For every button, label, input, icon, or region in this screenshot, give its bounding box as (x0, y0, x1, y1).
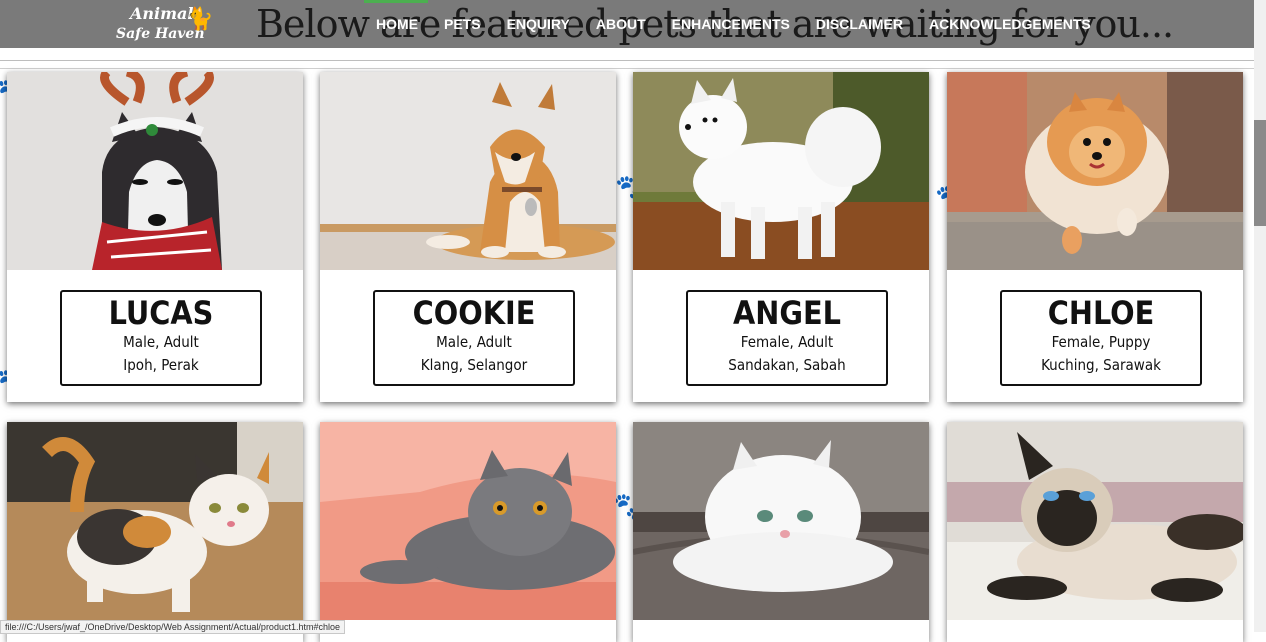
nav-pets[interactable]: PETS (444, 0, 481, 48)
divider (0, 68, 1254, 69)
pet-details: Female, Puppy (1051, 333, 1151, 351)
pet-name: COOKIE (412, 294, 536, 332)
nav-enquiry[interactable]: ENQUIRY (507, 0, 570, 48)
pet-card-cat-2[interactable] (320, 422, 616, 642)
pet-location: Sandakan, Sabah (728, 356, 846, 374)
pet-details: Female, Adult (740, 333, 834, 351)
pet-card-chloe[interactable]: CHLOE Female, Puppy Kuching, Sarawak (947, 72, 1243, 402)
pet-card-cat-4[interactable] (947, 422, 1243, 642)
nav-enhancements[interactable]: ENHANCEMENTS (672, 0, 790, 48)
pet-photo[interactable] (947, 72, 1243, 270)
logo-text-line1: Animal (130, 4, 194, 23)
pet-photo[interactable] (320, 72, 616, 270)
pet-info-box: CHLOE Female, Puppy Kuching, Sarawak (1000, 290, 1202, 386)
cat-silhouette-icon: 🐈 (186, 6, 214, 31)
pet-location: Klang, Selangor (420, 356, 528, 374)
nav-about[interactable]: ABOUT (596, 0, 646, 48)
pet-card-cookie[interactable]: COOKIE Male, Adult Klang, Selangor (320, 72, 616, 402)
pet-card-cat-3[interactable] (633, 422, 929, 642)
pet-photo[interactable] (7, 422, 303, 620)
site-header: Below are featured pets that are waiting… (0, 0, 1254, 48)
nav-home[interactable]: HOME (364, 0, 428, 48)
pet-name: LUCAS (108, 294, 214, 332)
page-scrollbar[interactable] (1254, 0, 1266, 632)
pet-photo[interactable] (633, 72, 929, 270)
main-nav: HOME PETS ENQUIRY ABOUT ENHANCEMENTS DIS… (364, 0, 1091, 48)
scrollbar-thumb[interactable] (1254, 120, 1266, 226)
pet-location: Kuching, Sarawak (1041, 356, 1161, 374)
pet-photo[interactable] (7, 72, 303, 270)
pet-info-box: COOKIE Male, Adult Klang, Selangor (373, 290, 575, 386)
pet-photo[interactable] (633, 422, 929, 620)
site-logo[interactable]: Animal Safe Haven 🐈 (112, 2, 214, 46)
pet-details: Male, Adult (123, 333, 199, 351)
nav-disclaimer[interactable]: DISCLAIMER (816, 0, 903, 48)
nav-acknowledgements[interactable]: ACKNOWLEDGEMENTS (929, 0, 1091, 48)
pet-name: ANGEL (732, 294, 841, 332)
pet-card-lucas[interactable]: LUCAS Male, Adult Ipoh, Perak (7, 72, 303, 402)
pet-card-angel[interactable]: ANGEL Female, Adult Sandakan, Sabah (633, 72, 929, 402)
pet-name: CHLOE (1047, 294, 1155, 332)
pet-info-box: LUCAS Male, Adult Ipoh, Perak (60, 290, 262, 386)
pet-card-cat-1[interactable] (7, 422, 303, 642)
pet-details: Male, Adult (436, 333, 512, 351)
pet-photo[interactable] (947, 422, 1243, 620)
divider (0, 60, 1254, 61)
pet-photo[interactable] (320, 422, 616, 620)
pet-info-box: ANGEL Female, Adult Sandakan, Sabah (686, 290, 888, 386)
pet-location: Ipoh, Perak (123, 356, 199, 374)
